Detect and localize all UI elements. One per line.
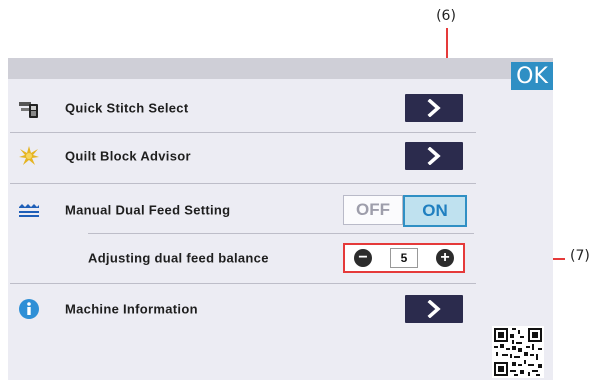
qr-code-icon <box>492 326 544 378</box>
quick-stitch-select-label: Quick Stitch Select <box>65 100 189 116</box>
row-divider <box>10 183 476 184</box>
row-quick-stitch-select: Quick Stitch Select <box>8 85 478 131</box>
dual-feed-toggle: OFF ON <box>343 195 467 227</box>
settings-screen: OK Quick Stitch Select Quilt Block Advis… <box>8 58 553 380</box>
callout-6-label: (6) <box>436 8 456 24</box>
dual-feed-on-button[interactable]: ON <box>403 195 467 227</box>
row-quilt-block-advisor: Quilt Block Advisor <box>8 133 478 179</box>
phone-sewing-icon <box>18 97 40 119</box>
dual-feed-balance-label: Adjusting dual feed balance <box>88 250 269 266</box>
row-divider <box>10 283 476 284</box>
machine-information-button[interactable] <box>405 295 463 323</box>
increase-button[interactable]: + <box>436 249 454 267</box>
manual-dual-feed-setting-label: Manual Dual Feed Setting <box>65 202 231 218</box>
row-divider <box>88 233 474 234</box>
dual-feed-balance-value: 5 <box>390 248 418 268</box>
chevron-right-icon <box>427 99 441 117</box>
row-manual-dual-feed-setting: Manual Dual Feed Setting OFF ON <box>8 187 478 233</box>
top-bar <box>8 58 553 79</box>
callout-7-label: (7) <box>570 248 590 264</box>
ok-button[interactable]: OK <box>511 62 553 90</box>
row-dual-feed-balance: Adjusting dual feed balance − 5 + <box>8 235 478 281</box>
star-burst-icon <box>18 145 40 167</box>
quick-stitch-select-button[interactable] <box>405 94 463 122</box>
info-icon <box>18 298 40 320</box>
dual-feed-balance-stepper: − 5 + <box>343 243 465 273</box>
dual-feed-off-button[interactable]: OFF <box>343 195 404 225</box>
dual-feed-icon <box>18 199 40 221</box>
quilt-block-advisor-button[interactable] <box>405 142 463 170</box>
chevron-right-icon <box>427 147 441 165</box>
quilt-block-advisor-label: Quilt Block Advisor <box>65 148 191 164</box>
decrease-button[interactable]: − <box>354 249 372 267</box>
chevron-right-icon <box>427 300 441 318</box>
machine-information-label: Machine Information <box>65 301 198 317</box>
row-machine-information: Machine Information <box>8 286 478 332</box>
